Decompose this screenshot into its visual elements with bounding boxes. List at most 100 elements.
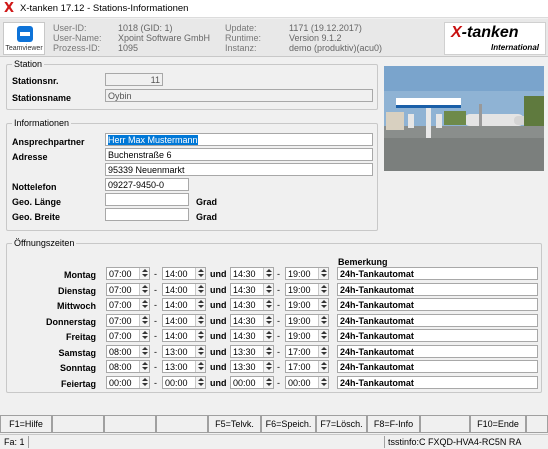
spinner-arrows-icon[interactable] — [195, 268, 205, 279]
spinner-arrows-icon[interactable] — [139, 346, 149, 357]
spin-down-icon[interactable] — [321, 367, 327, 370]
spin-up-icon[interactable] — [266, 378, 272, 381]
spin-up-icon[interactable] — [142, 300, 148, 303]
open-to-1-spinner[interactable]: 00:00 — [162, 376, 206, 389]
spin-up-icon[interactable] — [266, 269, 272, 272]
spinner-arrows-icon[interactable] — [195, 361, 205, 372]
open-from-2-spinner[interactable]: 13:30 — [230, 345, 274, 358]
open-from-2-spinner[interactable]: 00:00 — [230, 376, 274, 389]
spin-down-icon[interactable] — [321, 274, 327, 277]
f9-empty-button[interactable] — [420, 415, 470, 433]
open-to-1-spinner[interactable]: 14:00 — [162, 329, 206, 342]
open-from-2-spinner[interactable]: 14:30 — [230, 314, 274, 327]
geo-latitude-field[interactable] — [105, 208, 189, 221]
spinner-arrows-icon[interactable] — [318, 315, 328, 326]
open-from-1-spinner[interactable]: 07:00 — [106, 283, 150, 296]
f7-delete-button[interactable]: F7=Lösch. — [316, 415, 367, 433]
f5-telvk-button[interactable]: F5=Telvk. — [208, 415, 261, 433]
spin-up-icon[interactable] — [198, 331, 204, 334]
spin-down-icon[interactable] — [198, 305, 204, 308]
spinner-arrows-icon[interactable] — [263, 284, 273, 295]
spinner-arrows-icon[interactable] — [139, 299, 149, 310]
spinner-arrows-icon[interactable] — [139, 361, 149, 372]
remark-field[interactable]: 24h-Tankautomat — [337, 360, 538, 373]
spin-up-icon[interactable] — [142, 269, 148, 272]
spin-up-icon[interactable] — [198, 316, 204, 319]
f1-help-button[interactable]: F1=Hilfe — [0, 415, 52, 433]
spin-up-icon[interactable] — [266, 285, 272, 288]
open-from-1-spinner[interactable]: 07:00 — [106, 329, 150, 342]
open-to-1-spinner[interactable]: 14:00 — [162, 314, 206, 327]
spin-down-icon[interactable] — [142, 367, 148, 370]
teamviewer-button[interactable]: Teamviewer — [3, 22, 45, 55]
spinner-arrows-icon[interactable] — [195, 377, 205, 388]
spin-down-icon[interactable] — [198, 290, 204, 293]
spin-up-icon[interactable] — [142, 378, 148, 381]
spin-up-icon[interactable] — [198, 300, 204, 303]
f-extra-button[interactable] — [526, 415, 548, 433]
spin-down-icon[interactable] — [198, 367, 204, 370]
spinner-arrows-icon[interactable] — [195, 299, 205, 310]
spinner-arrows-icon[interactable] — [263, 330, 273, 341]
spin-up-icon[interactable] — [142, 316, 148, 319]
open-from-1-spinner[interactable]: 07:00 — [106, 267, 150, 280]
f2-empty-button[interactable] — [52, 415, 104, 433]
spin-up-icon[interactable] — [321, 347, 327, 350]
open-to-2-spinner[interactable]: 19:00 — [285, 283, 329, 296]
open-to-2-spinner[interactable]: 19:00 — [285, 298, 329, 311]
spin-up-icon[interactable] — [321, 269, 327, 272]
spinner-arrows-icon[interactable] — [318, 346, 328, 357]
spin-up-icon[interactable] — [142, 347, 148, 350]
open-from-1-spinner[interactable]: 08:00 — [106, 360, 150, 373]
f6-save-button[interactable]: F6=Speich. — [261, 415, 316, 433]
spinner-arrows-icon[interactable] — [195, 284, 205, 295]
spin-down-icon[interactable] — [142, 383, 148, 386]
spinner-arrows-icon[interactable] — [195, 315, 205, 326]
spinner-arrows-icon[interactable] — [139, 330, 149, 341]
spin-down-icon[interactable] — [198, 336, 204, 339]
spin-up-icon[interactable] — [321, 316, 327, 319]
spin-up-icon[interactable] — [198, 362, 204, 365]
remark-field[interactable]: 24h-Tankautomat — [337, 329, 538, 342]
spin-up-icon[interactable] — [142, 331, 148, 334]
spinner-arrows-icon[interactable] — [318, 268, 328, 279]
spinner-arrows-icon[interactable] — [263, 299, 273, 310]
open-from-1-spinner[interactable]: 08:00 — [106, 345, 150, 358]
spin-down-icon[interactable] — [142, 321, 148, 324]
spin-down-icon[interactable] — [266, 367, 272, 370]
spinner-arrows-icon[interactable] — [318, 361, 328, 372]
open-from-2-spinner[interactable]: 14:30 — [230, 298, 274, 311]
remark-field[interactable]: 24h-Tankautomat — [337, 376, 538, 389]
f3-empty-button[interactable] — [104, 415, 156, 433]
address-line1-field[interactable]: Buchenstraße 6 — [105, 148, 373, 161]
spinner-arrows-icon[interactable] — [195, 330, 205, 341]
spinner-arrows-icon[interactable] — [263, 377, 273, 388]
open-to-1-spinner[interactable]: 14:00 — [162, 298, 206, 311]
spin-up-icon[interactable] — [321, 362, 327, 365]
remark-field[interactable]: 24h-Tankautomat — [337, 314, 538, 327]
address-line2-field[interactable]: 95339 Neuenmarkt — [105, 163, 373, 176]
spin-down-icon[interactable] — [321, 383, 327, 386]
spin-up-icon[interactable] — [321, 331, 327, 334]
spin-down-icon[interactable] — [142, 290, 148, 293]
spin-down-icon[interactable] — [142, 274, 148, 277]
spinner-arrows-icon[interactable] — [318, 330, 328, 341]
spin-up-icon[interactable] — [321, 300, 327, 303]
spin-up-icon[interactable] — [321, 378, 327, 381]
station-nr-field[interactable]: 11 — [105, 73, 163, 86]
contact-field[interactable]: Herr Max Mustermann — [105, 133, 373, 146]
spinner-arrows-icon[interactable] — [139, 268, 149, 279]
remark-field[interactable]: 24h-Tankautomat — [337, 345, 538, 358]
spin-down-icon[interactable] — [266, 321, 272, 324]
open-to-1-spinner[interactable]: 14:00 — [162, 283, 206, 296]
geo-length-field[interactable] — [105, 193, 189, 206]
open-to-2-spinner[interactable]: 17:00 — [285, 345, 329, 358]
spin-up-icon[interactable] — [198, 347, 204, 350]
spinner-arrows-icon[interactable] — [263, 315, 273, 326]
spin-down-icon[interactable] — [321, 321, 327, 324]
open-from-2-spinner[interactable]: 14:30 — [230, 283, 274, 296]
spinner-arrows-icon[interactable] — [139, 377, 149, 388]
spin-down-icon[interactable] — [266, 336, 272, 339]
remark-field[interactable]: 24h-Tankautomat — [337, 298, 538, 311]
spin-up-icon[interactable] — [198, 269, 204, 272]
